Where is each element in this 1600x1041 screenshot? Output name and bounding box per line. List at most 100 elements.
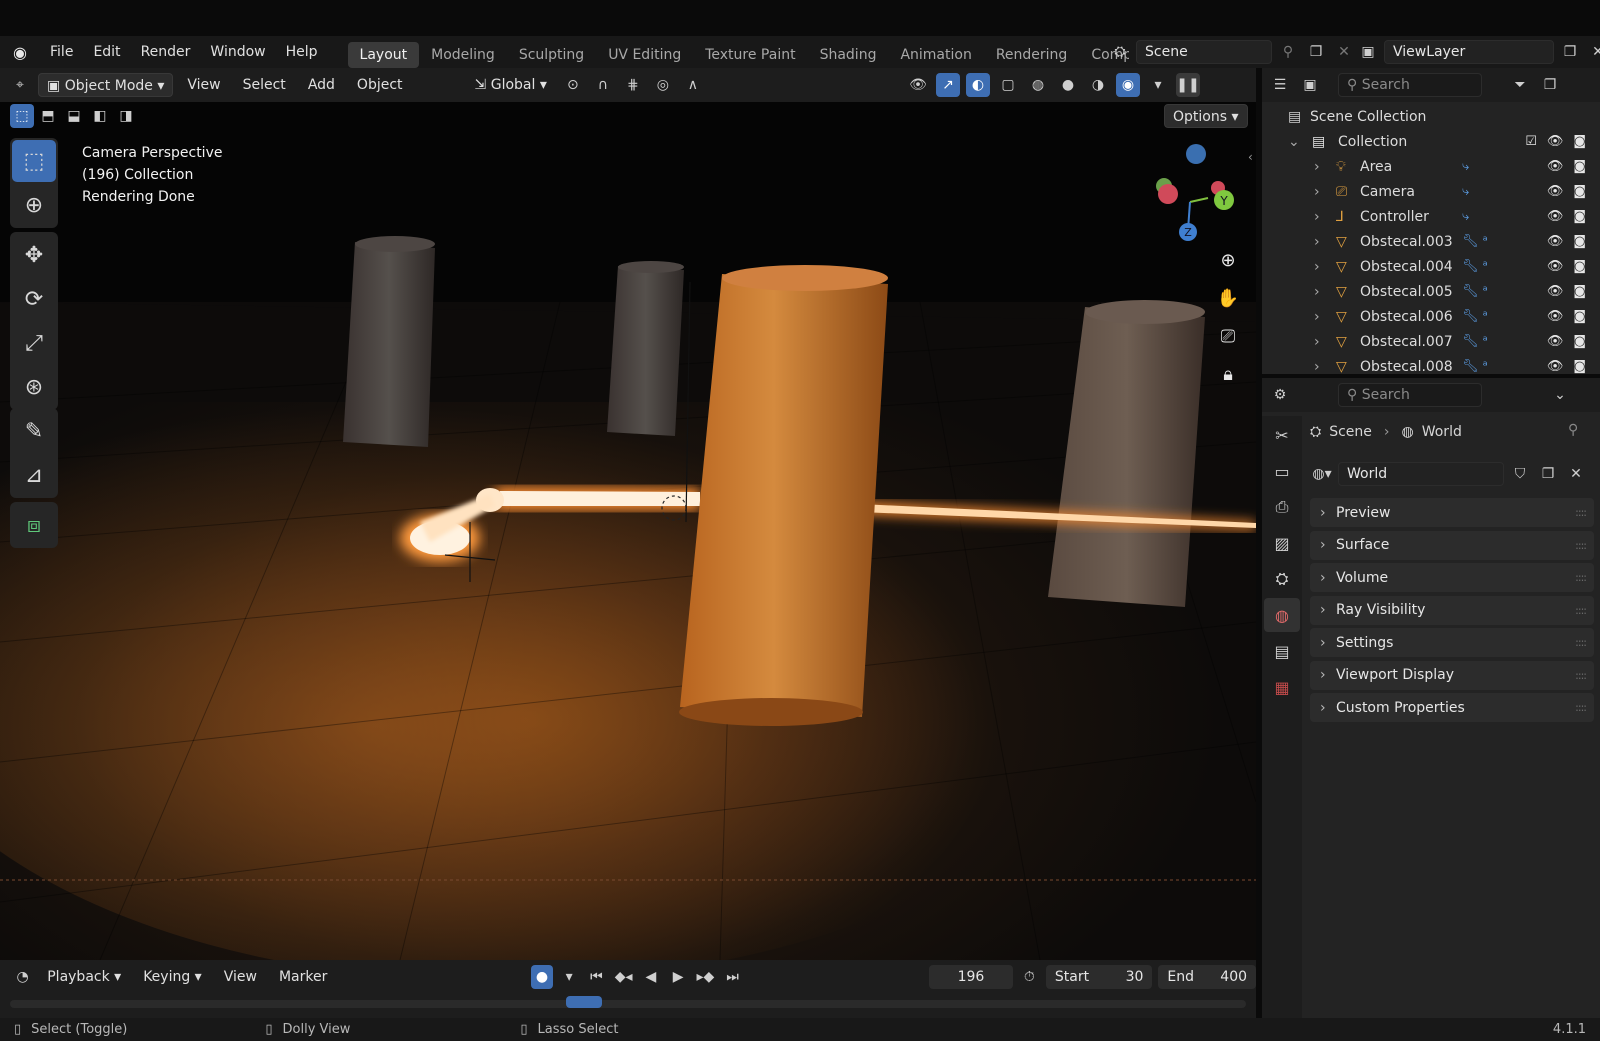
pause-render-icon[interactable]: ❚❚ xyxy=(1176,73,1200,97)
outliner-item-row[interactable]: › ▽ Obstecal.008 🔧︎ ᵃ 👁 ◙ xyxy=(1262,354,1600,379)
pin-properties-icon[interactable]: ⚲ xyxy=(1568,422,1578,438)
unlink-world-icon[interactable]: ✕ xyxy=(1564,462,1588,486)
select-new-icon[interactable]: ⬚ xyxy=(10,104,34,128)
jump-start-icon[interactable]: ⏮ xyxy=(586,965,607,989)
select-box-tool-icon[interactable]: ⬚ xyxy=(12,140,56,182)
next-keyframe-icon[interactable]: ▸◆ xyxy=(695,965,716,989)
delete-scene-icon[interactable]: ✕ xyxy=(1332,40,1356,64)
tab-animation[interactable]: Animation xyxy=(888,42,983,68)
render-camera-icon[interactable]: ◙ xyxy=(1573,134,1586,149)
view-layer-tab-icon[interactable]: ▨ xyxy=(1264,526,1300,560)
constraint-icon[interactable]: ⤷ xyxy=(1462,184,1469,199)
cursor-tool-icon[interactable]: ⊕ xyxy=(12,184,56,226)
expand-arrow-icon[interactable]: › xyxy=(1314,159,1336,175)
marker-menu[interactable]: Marker xyxy=(271,965,335,989)
panel-preview[interactable]: › Preview:::: xyxy=(1310,498,1594,527)
playback-menu[interactable]: Playback ▾ xyxy=(39,965,129,989)
sidebar-toggle-icon[interactable]: ‹ xyxy=(1248,150,1253,164)
outliner-item-row[interactable]: › ▽ Obstecal.003 🔧︎ ᵃ 👁 ◙ xyxy=(1262,229,1600,254)
eye-icon[interactable]: 👁 xyxy=(1547,334,1564,349)
proportional-edit-icon[interactable]: ◎ xyxy=(651,73,675,97)
tab-layout[interactable]: Layout xyxy=(347,41,420,68)
world-browse-icon[interactable]: ◍▾ xyxy=(1310,462,1334,486)
timeline-scrubber[interactable] xyxy=(10,996,1246,1008)
timeline-view-menu[interactable]: View xyxy=(216,965,265,989)
scene-collection-row[interactable]: ▤ Scene Collection xyxy=(1262,104,1600,129)
select-intersect-icon[interactable]: ◨ xyxy=(114,104,138,128)
properties-search-input[interactable]: ⚲ Search xyxy=(1338,383,1482,407)
menu-file[interactable]: File xyxy=(40,36,83,68)
exclude-checkbox[interactable]: ☑ xyxy=(1525,134,1537,149)
select-invert-icon[interactable]: ◧ xyxy=(88,104,112,128)
fake-user-icon[interactable]: ⛉ xyxy=(1508,462,1532,486)
panel-volume[interactable]: › Volume:::: xyxy=(1310,563,1594,592)
expand-arrow-icon[interactable]: › xyxy=(1314,284,1336,300)
menu-object[interactable]: Object xyxy=(349,73,411,97)
expand-arrow-icon[interactable]: › xyxy=(1314,359,1336,375)
outliner-item-row[interactable]: › 💡︎ Area ⤷ 👁 ◙ xyxy=(1262,154,1600,179)
render-tab-icon[interactable]: ▭ xyxy=(1264,454,1300,488)
render-camera-icon[interactable]: ◙ xyxy=(1573,284,1586,299)
new-viewlayer-icon[interactable]: ❐ xyxy=(1558,40,1582,64)
delete-viewlayer-icon[interactable]: ✕ xyxy=(1586,40,1600,64)
end-frame-field[interactable]: End 400 xyxy=(1158,965,1257,989)
outliner-item-row[interactable]: › ▽ Obstecal.006 🔧︎ ᵃ 👁 ◙ xyxy=(1262,304,1600,329)
auto-keying-icon[interactable]: ● xyxy=(531,965,553,989)
preview-range-icon[interactable]: ⏱ xyxy=(1019,965,1040,989)
menu-render[interactable]: Render xyxy=(131,36,201,68)
outliner-editor-icon[interactable]: ☰ xyxy=(1268,73,1292,97)
camera-view-icon[interactable]: ⎚ xyxy=(1212,320,1244,352)
render-camera-icon[interactable]: ◙ xyxy=(1573,209,1586,224)
new-scene-icon[interactable]: ❐ xyxy=(1304,40,1328,64)
rotate-tool-icon[interactable]: ⟳ xyxy=(12,278,56,320)
current-frame-field[interactable]: 196 xyxy=(929,965,1013,989)
transform-tool-icon[interactable]: ⊛ xyxy=(12,366,56,408)
drag-grip-icon[interactable]: :::: xyxy=(1575,539,1587,552)
zoom-icon[interactable]: ⊕ xyxy=(1212,244,1244,276)
panel-custom-properties[interactable]: › Custom Properties:::: xyxy=(1310,693,1594,722)
modifier-icon[interactable]: 🔧︎ ᵃ xyxy=(1462,284,1488,299)
tab-rendering[interactable]: Rendering xyxy=(984,42,1080,68)
annotate-tool-icon[interactable]: ✎ xyxy=(12,410,56,452)
eye-icon[interactable]: 👁 xyxy=(1547,134,1564,149)
render-camera-icon[interactable]: ◙ xyxy=(1573,234,1586,249)
collapse-arrow-icon[interactable]: ⌄ xyxy=(1288,134,1312,150)
panel-viewport-display[interactable]: › Viewport Display:::: xyxy=(1310,660,1594,690)
panel-ray-visibility[interactable]: › Ray Visibility:::: xyxy=(1310,595,1594,625)
navigation-gizmo[interactable]: Y Z xyxy=(1140,140,1250,250)
eye-icon[interactable]: 👁 xyxy=(1547,184,1564,199)
shading-options-icon[interactable]: ▾ xyxy=(1146,73,1170,97)
display-mode-icon[interactable]: ▣ xyxy=(1298,73,1322,97)
filter-icon[interactable]: ⏷ xyxy=(1508,73,1532,97)
viewlayer-icon[interactable]: ▣ xyxy=(1356,40,1380,64)
world-name-field[interactable]: World xyxy=(1338,462,1504,486)
scale-tool-icon[interactable]: ⤢ xyxy=(12,322,56,364)
pin-icon[interactable]: ⚲ xyxy=(1276,40,1300,64)
drag-grip-icon[interactable]: :::: xyxy=(1575,571,1587,584)
panel-settings[interactable]: › Settings:::: xyxy=(1310,628,1594,657)
measure-tool-icon[interactable]: ⊿ xyxy=(12,454,56,496)
prev-keyframe-icon[interactable]: ◆◂ xyxy=(613,965,634,989)
new-collection-icon[interactable]: ❐ xyxy=(1538,73,1562,97)
eye-icon[interactable]: 👁 xyxy=(1547,259,1564,274)
outliner-search-input[interactable]: ⚲ Search xyxy=(1338,73,1482,97)
overlay-toggle-icon[interactable]: ◐ xyxy=(966,73,990,97)
viewlayer-field[interactable]: ViewLayer xyxy=(1384,40,1554,64)
eye-icon[interactable]: 👁 xyxy=(1547,159,1564,174)
outliner-item-row[interactable]: › ⎚ Camera ⤷ 👁 ◙ xyxy=(1262,179,1600,204)
material-shading-icon[interactable]: ◑ xyxy=(1086,73,1110,97)
expand-arrow-icon[interactable]: › xyxy=(1314,259,1336,275)
drag-grip-icon[interactable]: :::: xyxy=(1575,636,1587,649)
move-tool-icon[interactable]: ✥ xyxy=(12,234,56,276)
expand-arrow-icon[interactable]: › xyxy=(1314,334,1336,350)
select-subtract-icon[interactable]: ⬓ xyxy=(62,104,86,128)
outliner-item-row[interactable]: › ▽ Obstecal.007 🔧︎ ᵃ 👁 ◙ xyxy=(1262,329,1600,354)
3d-viewport[interactable]: ⬚ ⬒ ⬓ ◧ ◨ Options ▾ ⬚ ⊕ ✥ ⟳ ⤢ ⊛ ✎ ⊿ ⧈ Ca… xyxy=(0,102,1256,960)
panel-surface[interactable]: › Surface:::: xyxy=(1310,530,1594,560)
scene-tab-icon[interactable]: ⛭ xyxy=(1264,562,1300,596)
tab-sculpting[interactable]: Sculpting xyxy=(507,42,596,68)
expand-arrow-icon[interactable]: › xyxy=(1314,309,1336,325)
render-camera-icon[interactable]: ◙ xyxy=(1573,184,1586,199)
falloff-icon[interactable]: ∧ xyxy=(681,73,705,97)
modifier-icon[interactable]: 🔧︎ ᵃ xyxy=(1462,334,1488,349)
